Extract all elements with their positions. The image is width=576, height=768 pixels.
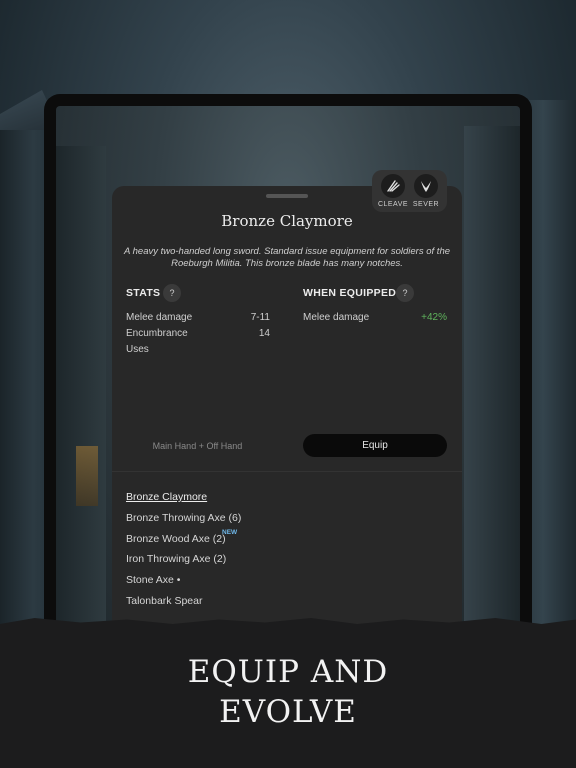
item-title: Bronze Claymore — [221, 212, 353, 230]
sever-icon — [414, 174, 438, 198]
tagline-line-2: EVOLVE — [219, 694, 357, 730]
ability-sever[interactable]: SEVER — [408, 174, 444, 208]
bonus-label: Melee damage — [303, 312, 370, 323]
screen-right-building — [464, 126, 520, 666]
panel-drag-handle[interactable] — [266, 194, 308, 198]
inventory-item-talonbark-spear[interactable]: Talonbark Spear — [126, 595, 202, 607]
cleave-icon — [381, 174, 405, 198]
stat-value: 14 — [258, 328, 270, 339]
promo-tagline: EQUIP AND EVOLVE — [0, 652, 576, 732]
stat-label: Encumbrance — [126, 328, 188, 339]
new-badge: NEW — [222, 529, 238, 536]
screen-lit-window — [76, 446, 98, 506]
inventory-item-bronze-throwing-axe[interactable]: Bronze Throwing Axe (6) — [126, 512, 241, 524]
inventory-item-bronze-wood-axe[interactable]: Bronze Wood Axe (2) — [126, 533, 226, 545]
equip-button[interactable]: Equip — [303, 434, 447, 457]
stats-heading: STATS — [126, 287, 161, 299]
stat-label: Melee damage — [126, 312, 193, 323]
screen-left-building — [56, 146, 106, 666]
when-equipped-heading: WHEN EQUIPPED — [303, 287, 397, 299]
inventory-item-stone-axe[interactable]: Stone Axe • — [126, 574, 180, 586]
ability-cleave[interactable]: CLEAVE — [375, 174, 411, 208]
when-equipped-help-button[interactable]: ? — [396, 284, 414, 302]
stats-help-button[interactable]: ? — [163, 284, 181, 302]
item-description: A heavy two-handed long sword. Standard … — [124, 246, 451, 269]
inventory-item-iron-throwing-axe[interactable]: Iron Throwing Axe (2) — [126, 553, 226, 565]
inventory-item-bronze-claymore[interactable]: Bronze Claymore — [126, 491, 207, 503]
stat-label: Uses — [126, 344, 149, 355]
bonus-value: +42% — [421, 312, 447, 323]
tagline-line-1: EQUIP AND — [187, 654, 389, 690]
ability-label: CLEAVE — [377, 201, 409, 208]
stat-value: 7-11 — [250, 312, 270, 323]
equip-slot-label: Main Hand + Off Hand — [152, 441, 243, 451]
divider — [112, 471, 462, 472]
ability-label: SEVER — [412, 201, 440, 208]
